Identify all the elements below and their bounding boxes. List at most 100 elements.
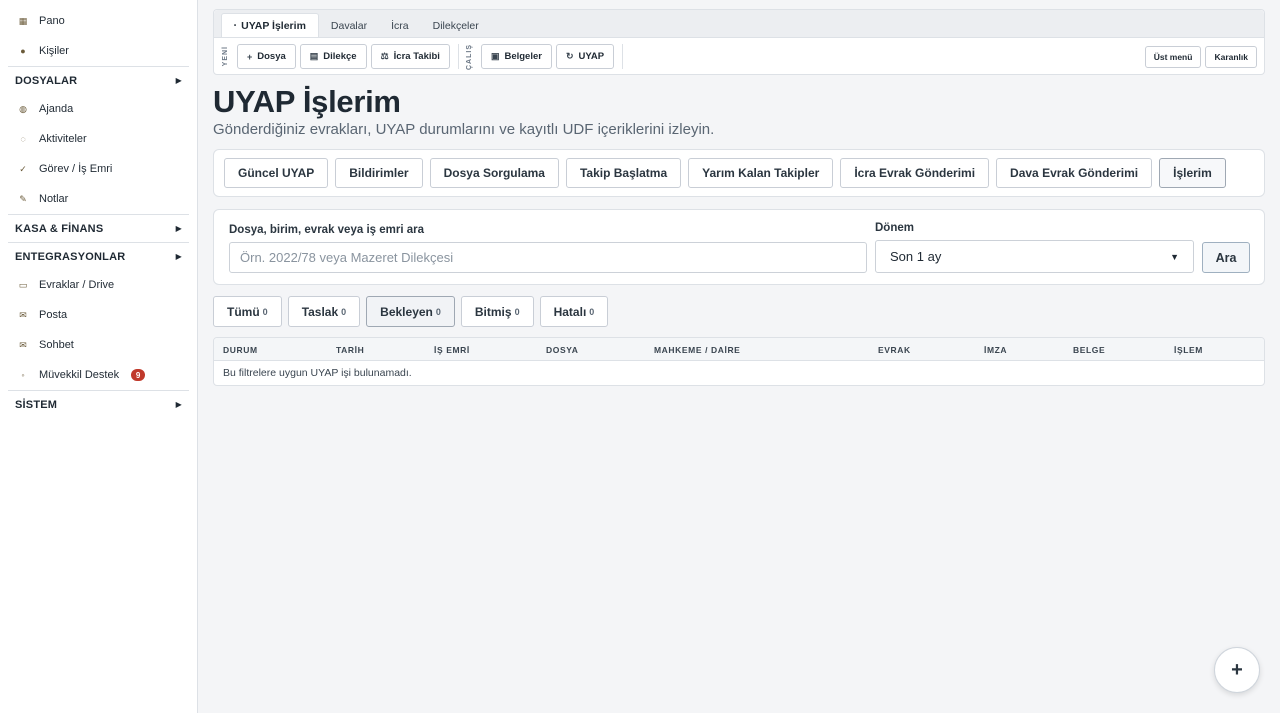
unread-count-badge: 9	[131, 369, 146, 381]
tab-dilekceler[interactable]: Dilekçeler	[421, 14, 491, 37]
filter-bekleyen[interactable]: Bekleyen 0	[366, 296, 455, 327]
search-panel: Dosya, birim, evrak veya iş emri ara Dön…	[213, 209, 1265, 285]
filter-label: Hatalı	[553, 304, 587, 319]
sidebar-item-label: Görev / İş Emri	[39, 163, 113, 175]
belgeler-button[interactable]: ▣ Belgeler	[480, 44, 552, 69]
search-button[interactable]: Ara	[1202, 242, 1250, 273]
expand-arrow-icon: ▶	[175, 224, 182, 233]
column-header-belge[interactable]: BELGE	[1073, 338, 1105, 361]
filter-tumu[interactable]: Tümü 0	[213, 296, 282, 327]
column-header-imza[interactable]: İMZA	[984, 338, 1007, 361]
new-icra-takibi-button[interactable]: ⚖ İcra Takibi	[370, 44, 450, 69]
tab-label: Dilekçeler	[432, 19, 479, 32]
mail-icon: ✉	[19, 309, 27, 320]
period-select[interactable]: Son 1 ay ▼	[875, 240, 1194, 273]
subnav-yarim-kalan-takipler[interactable]: Yarım Kalan Takipler	[688, 158, 834, 188]
filter-count: 0	[262, 306, 268, 317]
column-header-dosya[interactable]: DOSYA	[546, 338, 578, 361]
action-row: YENİ + Dosya ▤ Dilekçe ⚖ İcra Takibi ÇAL…	[214, 38, 1264, 75]
tab-uyap-islerim[interactable]: • UYAP İşlerim	[221, 13, 319, 37]
subnav-islerim[interactable]: İşlerim	[1159, 158, 1226, 188]
scales-icon: ⚖	[380, 51, 389, 61]
tab-label: UYAP İşlerim	[241, 19, 306, 32]
button-label: Dilekçe	[323, 51, 357, 62]
sidebar-item-label: Sohbet	[39, 339, 74, 351]
sidebar-item-aktiviteler[interactable]: ◌ Aktiviteler	[0, 124, 197, 154]
top-tabs: • UYAP İşlerim Davalar İcra Dilekçeler	[214, 10, 1264, 38]
activity-icon: ◌	[20, 134, 26, 144]
new-dosya-button[interactable]: + Dosya	[237, 44, 296, 69]
filter-taslak[interactable]: Taslak 0	[287, 296, 361, 327]
expand-arrow-icon: ▶	[175, 400, 182, 409]
subnav-dosya-sorgulama[interactable]: Dosya Sorgulama	[429, 158, 559, 188]
column-header-islem[interactable]: İŞLEM	[1174, 338, 1203, 361]
toolbar-divider	[457, 44, 459, 69]
tab-davalar[interactable]: Davalar	[319, 14, 379, 37]
sidebar-item-kisiler[interactable]: ● Kişiler	[0, 36, 197, 66]
refresh-icon: ↻	[565, 51, 574, 61]
subnav-dava-evrak-gonderimi[interactable]: Dava Evrak Gönderimi	[996, 158, 1153, 188]
subnav-icra-evrak-gonderimi[interactable]: İcra Evrak Gönderimi	[840, 158, 990, 188]
subnav-takip-baslatma[interactable]: Takip Başlatma	[565, 158, 682, 188]
filter-label: Taslak	[301, 304, 339, 319]
status-filters: Tümü 0 Taslak 0 Bekleyen 0 Bitmiş 0 Hata…	[213, 296, 609, 327]
plus-icon: +	[247, 51, 253, 62]
dashboard-icon: ▦	[18, 15, 28, 26]
column-header-is-emri[interactable]: İŞ EMRİ	[434, 338, 470, 361]
plus-icon: +	[1231, 658, 1243, 681]
button-label: İcra Takibi	[393, 51, 440, 62]
sidebar-item-label: Posta	[39, 309, 68, 321]
add-fab-button[interactable]: +	[1214, 647, 1260, 693]
toolbar-divider	[622, 44, 624, 69]
column-header-mahkeme[interactable]: MAHKEME / DAİRE	[654, 338, 740, 361]
top-toolbar: • UYAP İşlerim Davalar İcra Dilekçeler Y…	[213, 9, 1265, 75]
button-label: Dosya	[257, 51, 286, 62]
sidebar-item-label: Müvekkil Destek	[39, 369, 120, 381]
tab-icra[interactable]: İcra	[379, 14, 421, 37]
sidebar-section-kasa-finans[interactable]: KASA & FİNANS ▶	[8, 214, 189, 242]
dark-mode-button[interactable]: Karanlık	[1205, 45, 1257, 68]
top-menu-toggle-button[interactable]: Üst menü	[1144, 45, 1202, 68]
documents-icon: ▣	[490, 51, 500, 61]
page-subtitle: Gönderdiğiniz evrakları, UYAP durumların…	[213, 121, 715, 138]
column-header-durum[interactable]: DURUM	[223, 338, 258, 361]
sidebar-item-notlar[interactable]: ✎ Notlar	[0, 184, 197, 214]
filter-count: 0	[435, 306, 441, 317]
new-dilekce-button[interactable]: ▤ Dilekçe	[299, 44, 367, 69]
table-header: DURUM TARİH İŞ EMRİ DOSYA MAHKEME / DAİR…	[214, 338, 1264, 361]
sidebar-item-evraklar[interactable]: ▭ Evraklar / Drive	[0, 270, 197, 300]
column-header-evrak[interactable]: EVRAK	[878, 338, 911, 361]
sidebar-item-label: Kişiler	[39, 45, 69, 57]
sidebar-section-sistem[interactable]: SİSTEM ▶	[8, 390, 189, 418]
sidebar-item-sohbet[interactable]: ✉ Sohbet	[0, 330, 197, 360]
sidebar-item-posta[interactable]: ✉ Posta	[0, 300, 197, 330]
sidebar-section-entegrasyonlar[interactable]: ENTEGRASYONLAR ▶	[8, 242, 189, 270]
sidebar-item-gorev[interactable]: ✓ Görev / İş Emri	[0, 154, 197, 184]
filter-label: Bitmiş	[474, 304, 512, 319]
section-label: KASA & FİNANS	[15, 222, 104, 235]
sidebar-item-label: Evraklar / Drive	[39, 279, 115, 291]
sidebar-item-muvekkil-destek[interactable]: ◦ Müvekkil Destek 9	[0, 360, 197, 390]
section-label: DOSYALAR	[15, 74, 78, 87]
filter-hatali[interactable]: Hatalı 0	[539, 296, 609, 327]
sidebar-item-label: Pano	[39, 15, 65, 27]
uyap-button[interactable]: ↻ UYAP	[555, 44, 615, 69]
period-value: Son 1 ay	[890, 249, 942, 264]
page-title: UYAP İşlerim	[213, 84, 401, 119]
sidebar-item-ajanda[interactable]: ◍ Ajanda	[0, 94, 197, 124]
document-icon: ▤	[309, 51, 319, 61]
search-input[interactable]	[229, 242, 867, 273]
filter-count: 0	[589, 306, 595, 317]
column-header-tarih[interactable]: TARİH	[336, 338, 364, 361]
chat-icon: ✉	[19, 339, 27, 350]
filter-bitmis[interactable]: Bitmiş 0	[460, 296, 534, 327]
sidebar-section-dosyalar[interactable]: DOSYALAR ▶	[8, 66, 189, 94]
sidebar: ▦ Pano ● Kişiler DOSYALAR ▶ ◍ Ajanda ◌ A…	[0, 0, 198, 713]
subnav-bildirimler[interactable]: Bildirimler	[335, 158, 423, 188]
calendar-icon: ◍	[19, 103, 27, 114]
toolbar-right-group: Üst menü Karanlık	[1144, 45, 1257, 68]
folder-icon: ▭	[18, 279, 28, 290]
expand-arrow-icon: ▶	[175, 76, 182, 85]
sidebar-item-pano[interactable]: ▦ Pano	[0, 6, 197, 36]
subnav-guncel-uyap[interactable]: Güncel UYAP	[224, 158, 329, 188]
